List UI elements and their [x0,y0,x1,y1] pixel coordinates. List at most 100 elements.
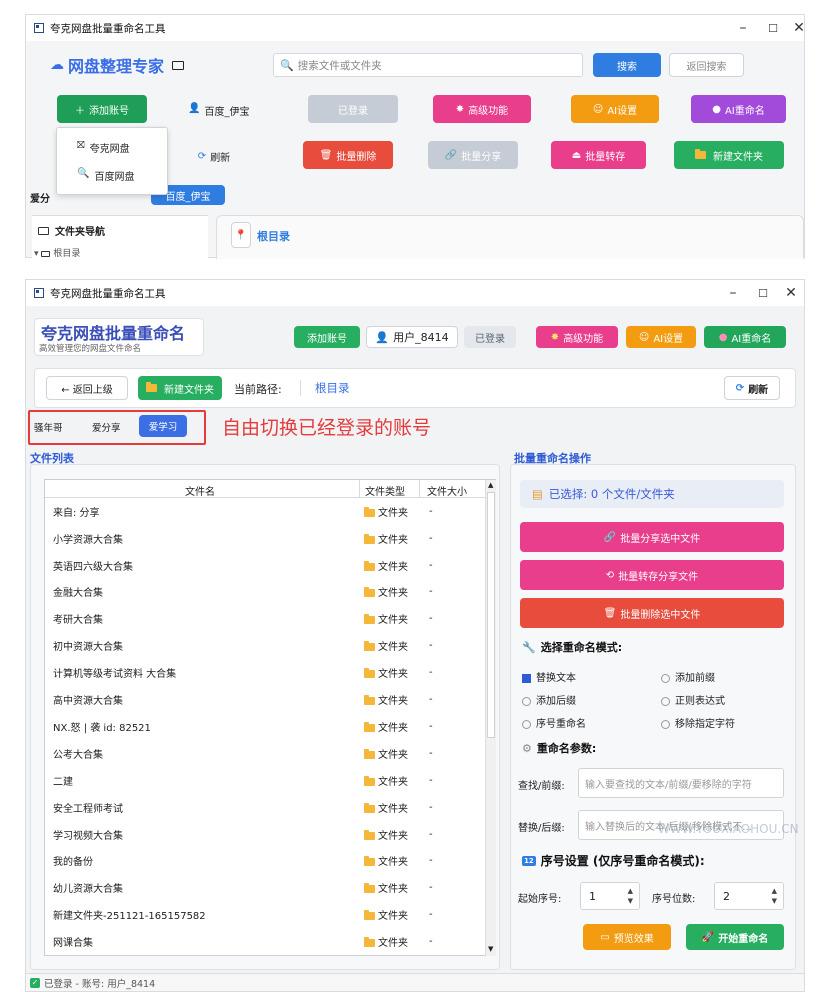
folder-icon [364,937,375,948]
account-tab-saonian[interactable]: 骚年哥 [34,420,63,434]
upload-icon: ⏏ [571,149,582,161]
main-ai-settings-button[interactable]: ☺ AI设置 [626,326,696,348]
mode-remove[interactable]: 移除指定字符 [661,715,735,730]
top-batch-transfer-button[interactable]: ⏏ 批量转存 [551,141,646,169]
top-logged-button[interactable]: 已登录 [308,95,398,123]
file-name: 新建文件夹-251121-165157582 [53,911,206,923]
robot-icon: ☺ [638,331,650,343]
mode-suffix[interactable]: 添加后缀 [522,692,576,707]
main-window: 夸克网盘批量重命名工具 – ☐ ✕ 夸克网盘批量重命名 高效管理您的网盘文件命名… [25,279,805,992]
table-row[interactable]: 二建 文件夹 - [45,767,485,794]
table-row[interactable]: 考研大合集 文件夹 - [45,606,485,633]
table-row[interactable]: 安全工程师考试 文件夹 - [45,794,485,821]
close-button[interactable]: ✕ [782,15,816,41]
table-row[interactable]: 小学资源大合集 文件夹 - [45,525,485,552]
close-button[interactable]: ✕ [774,280,808,306]
top-window: 夸克网盘批量重命名工具 – ☐ ✕ ☁ 网盘整理专家 🔍 搜索文件或文件夹 搜索… [25,14,805,259]
table-row[interactable]: 学习视频大合集 文件夹 - [45,821,485,848]
dropdown-item-quark[interactable]: ⛝ 夸克网盘 [77,140,130,155]
table-row[interactable]: 计算机等级考试资料 大合集 文件夹 - [45,659,485,686]
table-row[interactable]: 公考大合集 文件夹 - [45,740,485,767]
folder-icon [364,910,375,921]
top-ai-settings-button[interactable]: ☺ AI设置 [571,95,659,123]
top-batch-delete-button[interactable]: 🗑 批量删除 [303,141,393,169]
table-row[interactable]: 英语四六级大合集 文件夹 - [45,552,485,579]
table-row[interactable]: 高中资源大合集 文件夹 - [45,686,485,713]
mode-prefix[interactable]: 添加前缀 [661,669,715,684]
main-add-account-button[interactable]: 添加账号 [294,326,360,348]
table-row[interactable]: 初中资源大合集 文件夹 - [45,633,485,660]
find-input[interactable]: 输入要查找的文本/前缀/要移除的字符 [578,768,784,798]
back-button[interactable]: ← 返回上级 [46,376,128,400]
table-row[interactable]: 幼儿资源大合集 文件夹 - [45,875,485,902]
folder-icon [364,856,375,867]
top-batch-share-button[interactable]: 🔗 批量分享 [428,141,518,169]
table-row[interactable]: 来自: 分享 文件夹 - [45,498,485,525]
file-name: 我的备份 [53,857,93,869]
batch-transfer-button[interactable]: ⟲ 批量转存分享文件 [520,560,784,590]
top-new-folder-button[interactable]: 新建文件夹 [674,141,784,169]
file-type: 文件夹 [364,880,408,895]
preview-button[interactable]: ▭ 预览效果 [583,924,671,950]
dropdown-item-baidu[interactable]: 🔍 百度网盘 [77,168,134,183]
file-type: 文件夹 [364,531,408,546]
digits-spinner[interactable]: 2 ▲ ▼ [714,882,784,910]
scroll-down-icon[interactable]: ▼ [488,945,493,953]
top-ai-rename-button[interactable]: ● AI重命名 [691,95,786,123]
scrollbar[interactable]: ▲ ▼ [485,480,496,956]
col-type[interactable]: 文件类型 [365,483,405,498]
mode-regex[interactable]: 正则表达式 [661,692,725,707]
monitor-icon: ▭ [600,931,610,943]
user-icon: 👤 [375,330,390,344]
file-size: - [429,720,433,732]
top-back-search-button[interactable]: 返回搜索 [669,53,744,77]
table-row[interactable]: 新建文件夹-251121-165157582 文件夹 - [45,902,485,929]
start-rename-button[interactable]: 🚀 开始重命名 [686,924,784,950]
main-advanced-button[interactable]: ✸ 高级功能 [536,326,618,348]
main-ai-rename-button[interactable]: ● AI重命名 [704,326,786,348]
folder-icon [364,695,375,706]
top-refresh-button[interactable]: ⟳ 刷新 [179,143,249,169]
batch-share-button[interactable]: 🔗 批量分享选中文件 [520,522,784,552]
pin-button[interactable]: 📍 [231,222,251,248]
main-brand: 夸克网盘批量重命名 [41,324,186,343]
col-size[interactable]: 文件大小 [427,483,467,498]
start-spinner[interactable]: 1 ▲ ▼ [580,882,640,910]
mode-replace[interactable]: 替换文本 [522,669,576,684]
top-root-tab[interactable]: 根目录 [257,228,290,244]
col-name[interactable]: 文件名 [185,483,215,498]
file-type: 文件夹 [364,800,408,815]
file-type: 文件夹 [364,584,408,599]
scroll-thumb[interactable] [487,492,495,738]
top-add-account-button[interactable]: ＋添加账号 [57,95,147,123]
file-size: - [429,801,433,813]
scroll-up-icon[interactable]: ▲ [488,481,493,489]
main-logged-button[interactable]: 已登录 [464,326,516,348]
batch-delete-button[interactable]: 🗑 批量删除选中文件 [520,598,784,628]
minimize-button[interactable]: – [716,280,750,306]
file-size: - [429,505,433,517]
table-row[interactable]: 我的备份 文件夹 - [45,848,485,875]
minimize-button[interactable]: – [726,15,760,41]
current-path[interactable]: 根目录 [300,380,350,396]
file-type: 文件夹 [364,827,408,842]
main-brand-box: 夸克网盘批量重命名 高效管理您的网盘文件命名 [34,318,204,356]
file-type: 文件夹 [364,907,408,922]
folder-icon [364,883,375,894]
main-refresh-button[interactable]: ⟳ 刷新 [724,376,780,400]
mode-sequence[interactable]: 序号重命名 [522,715,586,730]
account-tab-aixuexi[interactable]: 爱学习 [139,415,187,437]
file-size: - [429,559,433,571]
tree-root-item[interactable]: ▾ 根目录 [34,246,80,259]
top-search-input[interactable]: 🔍 搜索文件或文件夹 [273,53,583,77]
main-new-folder-button[interactable]: 新建文件夹 [138,376,222,400]
top-advanced-button[interactable]: ✸ 高级功能 [433,95,531,123]
main-user: 👤 用户_8414 [366,326,458,348]
account-tab-aifenxiang[interactable]: 爱分享 [92,420,121,434]
folder-icon [364,614,375,625]
table-row[interactable]: NX.怒 | 袭 id: 82521 文件夹 - [45,713,485,740]
account-type-dropdown: ⛝ 夸克网盘 🔍 百度网盘 [56,127,168,195]
top-search-button[interactable]: 搜索 [593,53,661,77]
table-row[interactable]: 金融大合集 文件夹 - [45,579,485,606]
table-row[interactable]: 网课合集 文件夹 - [45,928,485,955]
